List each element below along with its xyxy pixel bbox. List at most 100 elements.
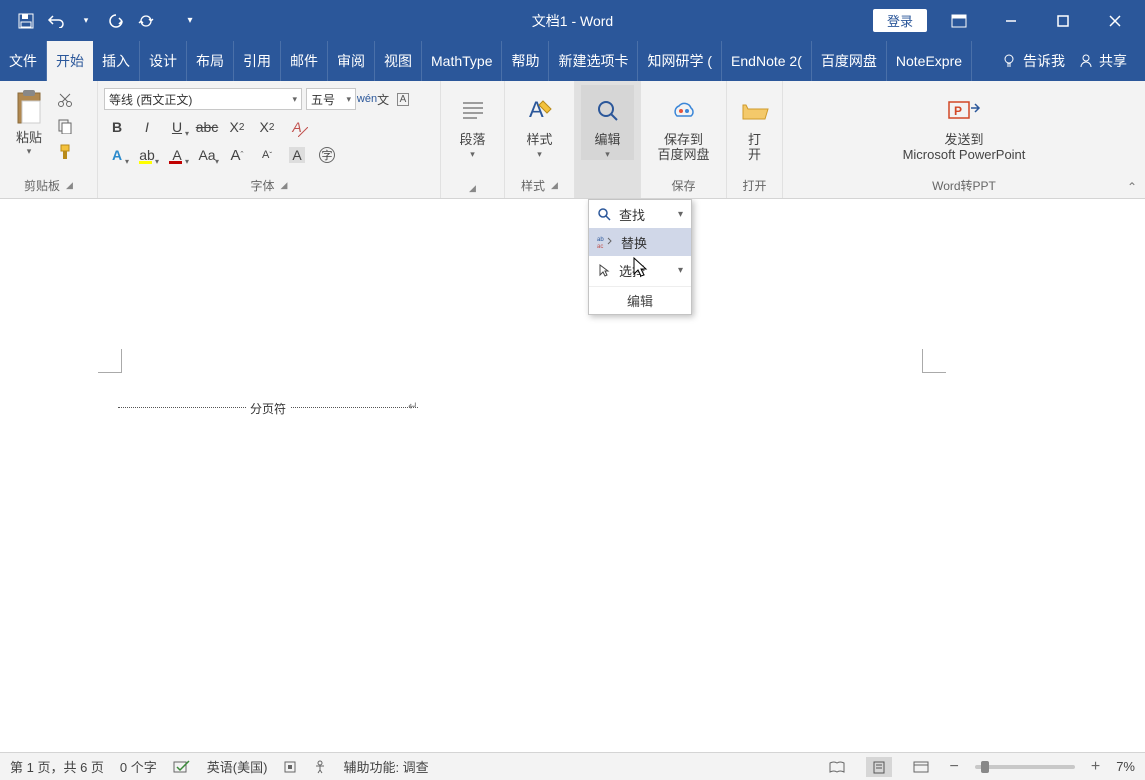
tab-cnki[interactable]: 知网研学 (	[638, 41, 722, 81]
styles-group-label: 样式	[521, 177, 545, 194]
document-page: 分页符 ↵	[12, 229, 1112, 752]
styles-launcher-icon[interactable]: ◢	[551, 180, 558, 191]
minimize-icon[interactable]	[991, 7, 1031, 35]
lightbulb-icon	[1001, 53, 1017, 69]
paragraph-launcher-icon[interactable]: ◢	[469, 183, 476, 194]
character-shading-icon[interactable]: A	[284, 143, 310, 167]
zoom-slider[interactable]	[975, 765, 1075, 769]
text-effects-button[interactable]: A▾	[104, 143, 130, 167]
save-group-label: 保存	[671, 177, 695, 194]
tab-layout[interactable]: 布局	[187, 41, 234, 81]
send-to-powerpoint-button[interactable]: P 发送到Microsoft PowerPoint	[874, 85, 1054, 163]
character-border-icon[interactable]: A	[390, 87, 416, 111]
group-font: 等线 (西文正文)▾ 五号▾ wén文 A B I U▾ abc X2 X2 A…	[98, 81, 441, 198]
bold-button[interactable]: B	[104, 115, 130, 139]
tab-mailings[interactable]: 邮件	[281, 41, 328, 81]
strike-button[interactable]: abc	[194, 115, 220, 139]
grow-font-button[interactable]: Aˆ	[224, 143, 250, 167]
status-page[interactable]: 第 1 页，共 6 页	[10, 757, 104, 776]
redo-icon[interactable]	[104, 9, 128, 33]
subscript-button[interactable]: X2	[224, 115, 250, 139]
tab-view[interactable]: 视图	[375, 41, 422, 81]
zoom-level[interactable]: 7%	[1116, 759, 1135, 774]
tab-references[interactable]: 引用	[234, 41, 281, 81]
font-name-combo[interactable]: 等线 (西文正文)▾	[104, 88, 302, 110]
tab-review[interactable]: 审阅	[328, 41, 375, 81]
ribbon: 粘贴 ▾ 剪贴板◢ 等线 (西文正文)▾ 五号▾ wén文 A B I U▾	[0, 81, 1145, 199]
ribbon-display-options-icon[interactable]	[939, 7, 979, 35]
undo-icon[interactable]	[44, 9, 68, 33]
shrink-font-button[interactable]: Aˇ	[254, 143, 280, 167]
tell-me-search[interactable]: 告诉我	[1001, 51, 1065, 71]
edit-button[interactable]: 编辑 ▾	[581, 85, 634, 160]
font-size-combo[interactable]: 五号▾	[306, 88, 356, 110]
status-language[interactable]: 英语(美国)	[207, 757, 268, 776]
enclose-char-icon[interactable]: 字	[314, 143, 340, 167]
tab-design[interactable]: 设计	[140, 41, 187, 81]
zoom-out-button[interactable]: −	[950, 758, 959, 776]
login-button[interactable]: 登录	[873, 9, 927, 32]
web-layout-icon[interactable]	[908, 757, 934, 777]
share-label: 共享	[1099, 51, 1127, 71]
collapse-ribbon-icon[interactable]: ⌃	[1127, 180, 1137, 194]
spellcheck-icon[interactable]	[173, 760, 191, 774]
read-mode-icon[interactable]	[824, 757, 850, 777]
close-icon[interactable]	[1095, 7, 1135, 35]
print-layout-icon[interactable]	[866, 757, 892, 777]
margin-marker-tl	[98, 349, 122, 373]
macro-record-icon[interactable]	[283, 760, 297, 774]
group-word-to-ppt: P 发送到Microsoft PowerPoint Word转PPT	[783, 81, 1145, 198]
group-paragraph: 段落 ▾ ◢	[441, 81, 505, 198]
search-icon	[595, 91, 621, 131]
replace-icon: abac	[597, 235, 613, 249]
save-icon[interactable]	[14, 9, 38, 33]
paragraph-icon	[459, 91, 487, 131]
cut-icon[interactable]	[56, 91, 74, 109]
paragraph-mark-icon: ↵	[408, 399, 418, 413]
document-area[interactable]: 查找 ▾ abac 替换 选择 ▾ 编辑 分页符 ↵	[0, 199, 1145, 752]
sync-icon[interactable]	[134, 9, 158, 33]
tab-mathtype[interactable]: MathType	[422, 41, 502, 81]
status-word-count[interactable]: 0 个字	[120, 757, 157, 776]
tab-help[interactable]: 帮助	[502, 41, 549, 81]
font-color-button[interactable]: A▾	[164, 143, 190, 167]
qat-customize-icon[interactable]: ▾	[178, 9, 202, 33]
open-button[interactable]: 打开	[733, 85, 776, 163]
font-launcher-icon[interactable]: ◢	[281, 180, 288, 191]
menu-item-replace[interactable]: abac 替换	[589, 228, 691, 256]
underline-button[interactable]: U▾	[164, 115, 190, 139]
tab-home[interactable]: 开始	[47, 41, 93, 81]
group-edit: 编辑 ▾	[575, 81, 641, 198]
tab-noteexpress[interactable]: NoteExpre	[887, 41, 972, 81]
paste-button[interactable]: 粘贴 ▾	[6, 85, 52, 157]
format-painter-icon[interactable]	[56, 143, 74, 161]
status-accessibility[interactable]: 辅助功能: 调查	[343, 757, 428, 776]
menu-item-find[interactable]: 查找 ▾	[589, 200, 691, 228]
italic-button[interactable]: I	[134, 115, 160, 139]
phonetic-guide-icon[interactable]: wén文	[360, 87, 386, 111]
zoom-in-button[interactable]: +	[1091, 758, 1100, 776]
baidu-cloud-icon	[669, 91, 699, 131]
tab-file[interactable]: 文件	[0, 41, 47, 81]
tab-newtab[interactable]: 新建选项卡	[549, 41, 638, 81]
undo-dropdown-icon[interactable]: ▾	[74, 9, 98, 33]
highlight-button[interactable]: ab▾	[134, 143, 160, 167]
search-icon	[597, 207, 611, 221]
tab-endnote[interactable]: EndNote 2(	[722, 41, 812, 81]
paragraph-button[interactable]: 段落 ▾	[447, 85, 498, 160]
clear-format-icon[interactable]: A	[284, 115, 310, 139]
maximize-icon[interactable]	[1043, 7, 1083, 35]
group-save-baidu: 保存到百度网盘 保存	[641, 81, 727, 198]
tab-insert[interactable]: 插入	[93, 41, 140, 81]
clipboard-launcher-icon[interactable]: ◢	[66, 180, 73, 191]
tab-baidudisk[interactable]: 百度网盘	[812, 41, 887, 81]
open-group-label: 打开	[742, 177, 766, 194]
accessibility-icon[interactable]	[313, 760, 327, 774]
styles-button[interactable]: A 样式 ▾	[511, 85, 568, 160]
copy-icon[interactable]	[56, 117, 74, 135]
share-button[interactable]: 共享	[1079, 51, 1127, 71]
save-to-baidu-button[interactable]: 保存到百度网盘	[647, 85, 720, 163]
superscript-button[interactable]: X2	[254, 115, 280, 139]
quick-access-toolbar: ▾ ▾	[0, 9, 202, 33]
change-case-button[interactable]: Aa▾	[194, 143, 220, 167]
